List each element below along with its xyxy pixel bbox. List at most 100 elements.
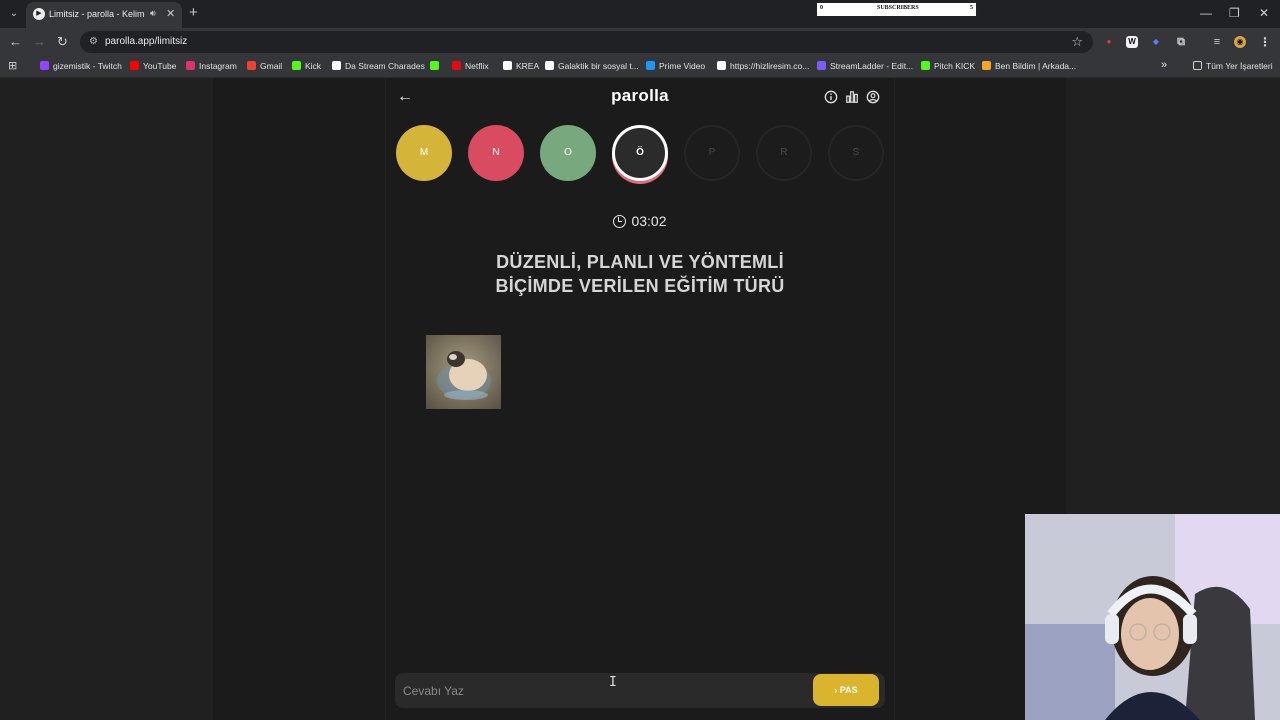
apps-grid-icon[interactable]: ⊞ [8, 59, 17, 72]
bookmark-label: Ben Bildim | Arkada... [995, 61, 1077, 71]
bookmark-star-icon[interactable]: ☆ [1071, 34, 1083, 50]
active-tab[interactable]: ▶ Limitsiz - parolla - Kelime o 🔊︎ ✕ [26, 2, 182, 28]
text-cursor-icon: I [609, 675, 617, 690]
bookmark-item[interactable]: https://hizliresim.co... [717, 61, 809, 71]
prime-video-icon [646, 61, 655, 70]
site-settings-icon[interactable]: ⚙ [89, 36, 98, 47]
browser-toolbar: ← → ↻ ⚙ parolla.app/limitsiz ☆ ● W ◆ ⧉ ≡… [0, 28, 1280, 56]
app-logo: parolla [611, 86, 669, 105]
instagram-icon [186, 61, 195, 70]
bookmark-label: Netflix [465, 61, 489, 71]
bookmark-label: StreamLadder - Edit... [830, 61, 914, 71]
question-line-1: DÜZENLİ, PLANLI VE YÖNTEMLİ [496, 252, 784, 272]
back-arrow-icon[interactable]: ← [397, 88, 413, 106]
pass-button[interactable]: › PAS [813, 674, 879, 706]
bookmark-label: Pitch KICK [934, 61, 976, 71]
kick-icon [292, 61, 301, 70]
reload-icon[interactable]: ↻ [57, 34, 68, 50]
media-control-icon[interactable]: ≡ [1211, 36, 1223, 48]
info-icon[interactable] [824, 90, 838, 104]
restore-button[interactable]: ❐ [1229, 6, 1240, 20]
letter-current: Ö [612, 125, 668, 181]
subscribers-widget: 0 SUBSCRIBERS 5 [816, 2, 977, 17]
subscribers-label: SUBSCRIBERS [877, 5, 919, 11]
streamladder-icon [817, 61, 826, 70]
bookmark-item[interactable]: StreamLadder - Edit... [817, 61, 913, 71]
letter-passed: O [540, 125, 596, 181]
bookmark-label: KREA [516, 61, 540, 71]
bookmark-item[interactable]: Kick [292, 61, 321, 71]
tab-strip: ⌄ ▶ Limitsiz - parolla - Kelime o 🔊︎ ✕ +… [0, 0, 1280, 28]
extension-red-icon[interactable]: ● [1103, 36, 1115, 48]
play-icon: ▶ [33, 8, 45, 20]
address-bar[interactable]: ⚙ parolla.app/limitsiz ☆ [80, 31, 1093, 53]
folder-icon [1193, 61, 1202, 70]
user-profile-icon[interactable] [866, 90, 880, 104]
close-tab-icon[interactable]: ✕ [166, 7, 175, 20]
bookmark-item[interactable]: Gmail [247, 61, 282, 71]
minimize-button[interactable]: — [1200, 6, 1212, 20]
forward-arrow-icon[interactable]: → [33, 34, 46, 49]
bookmark-label: Gmail [260, 61, 283, 71]
letter-pending: S [828, 125, 884, 181]
subscribers-left-count: 0 [820, 5, 823, 11]
krea-icon [503, 61, 512, 70]
charades-icon [332, 61, 341, 70]
bookmark-item[interactable]: Instagram [186, 61, 237, 71]
extension-blue-icon[interactable]: ◆ [1150, 36, 1162, 48]
webcam-overlay [1025, 514, 1280, 720]
letter-pending: P [684, 125, 740, 181]
question-text: DÜZENLİ, PLANLI VE YÖNTEMLİ BİÇİMDE VERİ… [440, 250, 840, 298]
extensions-puzzle-icon[interactable]: ⧉ [1175, 36, 1187, 48]
clue-image[interactable] [426, 335, 501, 409]
bookmarks-bar: ⊞ gizemistik - Twitch YouTube Instagram Gma… [0, 56, 1280, 78]
bookmark-label: YouTube [143, 61, 177, 71]
bookmark-label: Galaktik bir sosyal t... [558, 61, 639, 71]
extension-w-icon[interactable]: W [1126, 36, 1138, 48]
subscribers-right-count: 5 [970, 5, 973, 11]
bookmark-label: https://hizliresim.co... [730, 61, 810, 71]
speaker-icon[interactable]: 🔊︎ [150, 8, 156, 19]
bookmark-item[interactable]: gizemistik - Twitch [40, 61, 122, 71]
gmail-icon [247, 61, 256, 70]
bookmark-item[interactable]: Netflix [452, 61, 489, 71]
question-line-2: BİÇİMDE VERİLEN EĞİTİM TÜRÜ [495, 276, 785, 296]
netflix-icon [452, 61, 461, 70]
zk-icon [545, 61, 554, 70]
bookmark-item[interactable]: Galaktik bir sosyal t... [545, 61, 639, 71]
letter-wrong: N [468, 125, 524, 181]
youtube-icon [130, 61, 139, 70]
bookmark-label: Kick [305, 61, 322, 71]
close-window-button[interactable]: ✕ [1259, 6, 1269, 20]
profile-avatar-icon[interactable]: ◉ [1234, 36, 1246, 48]
bookmark-item[interactable]: Pitch KICK [921, 61, 975, 71]
stats-icon[interactable] [845, 90, 859, 104]
benbildim-icon [982, 61, 991, 70]
bookmark-label: Prime Video [659, 61, 706, 71]
bookmark-label: Da Stream Charades [345, 61, 425, 71]
url-text: parolla.app/limitsiz [105, 36, 188, 47]
answer-input[interactable] [403, 678, 803, 703]
bookmark-item[interactable]: KREA [503, 61, 539, 71]
bookmark-item[interactable] [430, 61, 443, 71]
browser-menu-icon[interactable]: ⋮ [1259, 36, 1271, 48]
hizliresim-icon [717, 61, 726, 70]
letter-pending: R [756, 125, 812, 181]
bookmark-label: gizemistik - Twitch [53, 61, 122, 71]
more-bookmarks-chevron-icon[interactable]: » [1161, 59, 1167, 71]
letter-correct: M [396, 125, 452, 181]
letter-track: MNOÖPRS [396, 125, 886, 185]
kick-icon [430, 61, 439, 70]
tab-title: Limitsiz - parolla - Kelime o [49, 9, 145, 19]
all-bookmarks-folder[interactable]: Tüm Yer İşaretleri [1193, 61, 1273, 71]
bookmark-item[interactable]: Prime Video [646, 61, 705, 71]
bookmark-item[interactable]: Ben Bildim | Arkada... [982, 61, 1076, 71]
pass-button-label: PAS [839, 685, 858, 695]
left-margin [0, 78, 213, 720]
tab-search-button[interactable]: ⌄ [5, 5, 23, 23]
bookmark-label: Instagram [199, 61, 237, 71]
back-arrow-icon[interactable]: ← [9, 34, 22, 49]
bookmark-item[interactable]: Da Stream Charades [332, 61, 425, 71]
new-tab-button[interactable]: + [189, 5, 198, 20]
bookmark-item[interactable]: YouTube [130, 61, 176, 71]
